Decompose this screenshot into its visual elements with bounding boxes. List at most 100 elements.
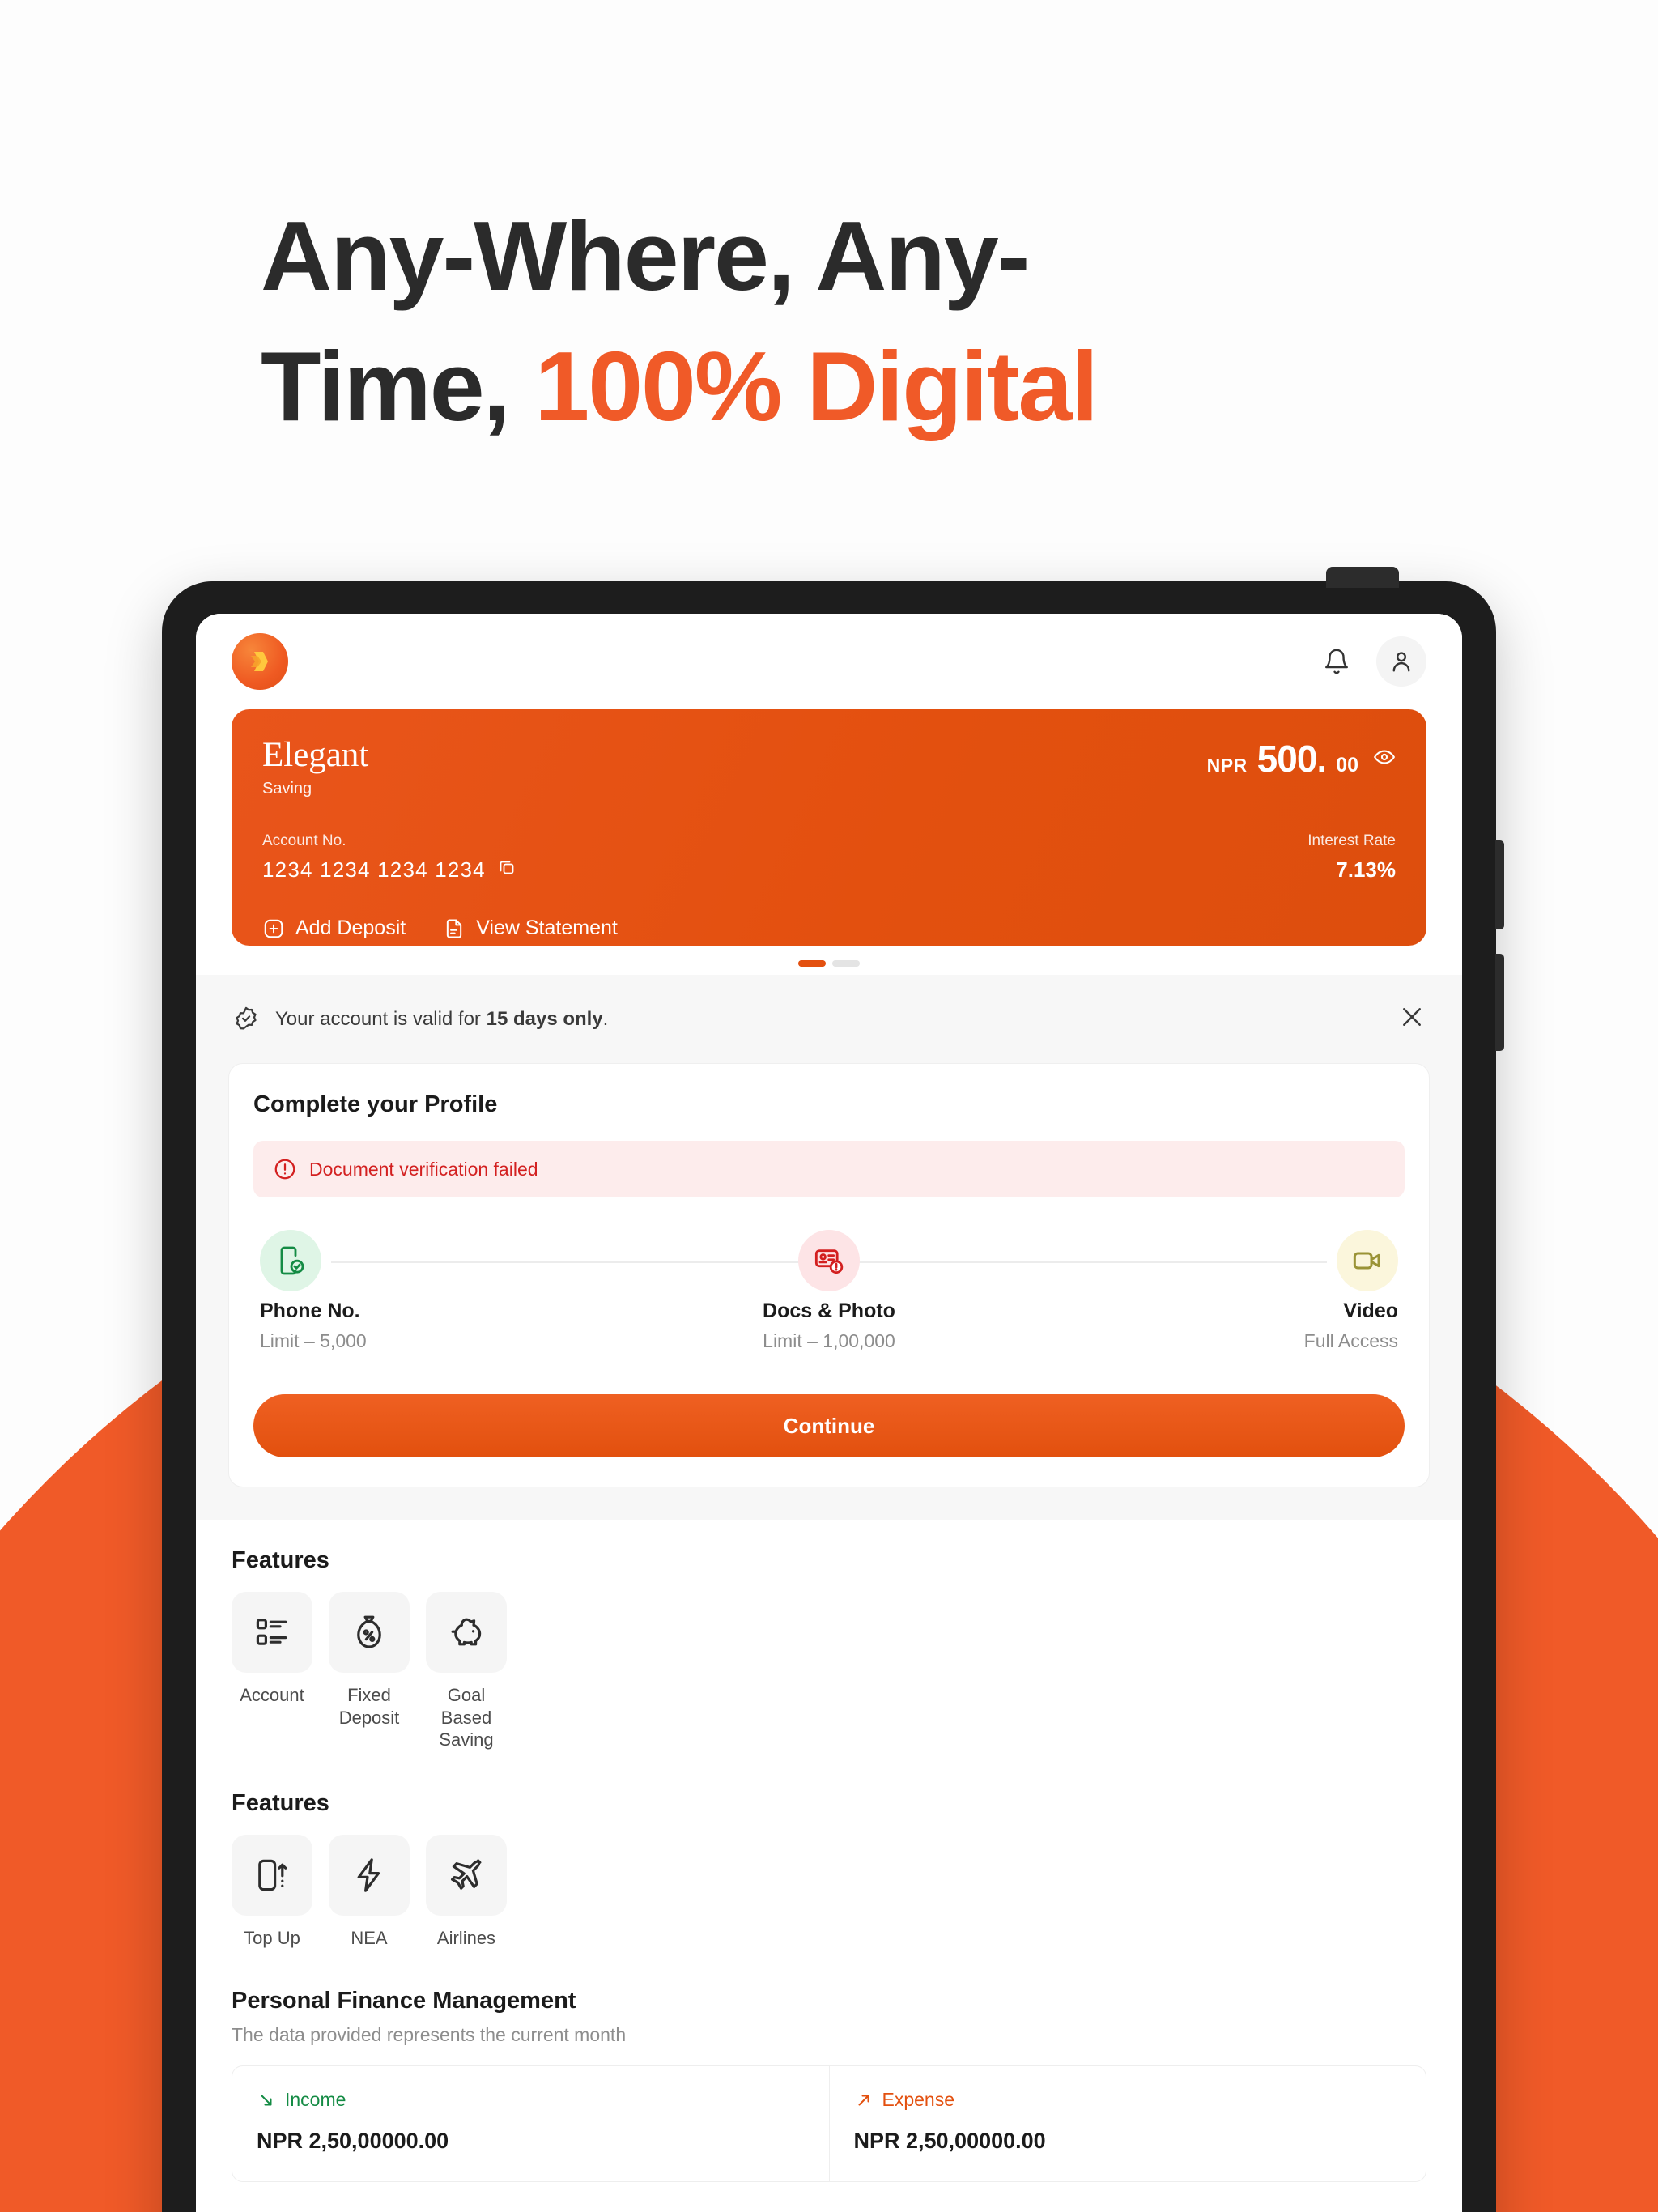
account-type: Saving [262, 780, 312, 798]
feature-top-up[interactable]: Top Up [232, 1834, 312, 1950]
copy-account-number-button[interactable] [497, 857, 517, 883]
video-camera-icon [1353, 1252, 1380, 1270]
lightning-bolt-icon [357, 1857, 380, 1892]
headline-line-2: Time, 100% Digital [261, 321, 1475, 452]
feature-fixed-deposit[interactable]: Fixed Deposit [329, 1592, 410, 1751]
pfm-section: Personal Finance Management The data pro… [196, 1949, 1462, 2182]
list-account-icon [256, 1619, 287, 1645]
account-name: Elegant [262, 736, 369, 774]
feature-nea-label: NEA [351, 1927, 388, 1948]
view-statement-label: View Statement [476, 917, 618, 940]
interest-rate-value: 7.13% [1336, 857, 1396, 883]
pfm-title: Personal Finance Management [232, 1988, 576, 2014]
close-icon [1403, 1008, 1421, 1026]
step-docs-bubble [798, 1230, 860, 1291]
feature-top-up-box [232, 1834, 312, 1916]
account-card-actions: Add Deposit View Statement [262, 917, 1396, 940]
open-account-section: Open an account Remit saver [196, 2182, 1462, 2212]
money-bag-percent-icon [357, 1615, 381, 1648]
feature-nea[interactable]: NEA [329, 1834, 410, 1950]
kyc-progress-steps: Phone No. Limit – 5,000 Docs & Photo Lim… [253, 1230, 1405, 1352]
id-card-alert-icon [814, 1249, 844, 1274]
eye-icon [1374, 749, 1395, 764]
step-phone-label: Phone No. [260, 1300, 360, 1322]
continue-button[interactable]: Continue [253, 1394, 1405, 1457]
pfm-summary-box: Income NPR 2,50,00000.00 Expense NPR 2,5… [232, 2065, 1426, 2182]
feature-goal-based-saving[interactable]: Goal Based Saving [426, 1592, 507, 1751]
profile-completion-zone: Complete your Profile Document verificat… [196, 1063, 1462, 1520]
step-video-access: Full Access [1303, 1330, 1398, 1351]
features-secondary-title: Features [232, 1789, 329, 1816]
features-primary-section: Features Account Fixed Deposit Goal Base… [196, 1520, 1462, 1751]
account-card-middle: Account No. 1234 1234 1234 1234 Interest… [262, 832, 1396, 883]
arrow-down-right-icon [261, 2095, 272, 2105]
copy-icon [500, 861, 514, 874]
toggle-balance-visibility-button[interactable] [1373, 746, 1396, 772]
add-deposit-label: Add Deposit [295, 917, 406, 940]
account-number-row: 1234 1234 1234 1234 [262, 857, 517, 883]
feature-account[interactable]: Account [232, 1592, 312, 1751]
account-balance: NPR 500. 00 [1207, 737, 1396, 781]
step-phone-number[interactable]: Phone No. Limit – 5,000 [260, 1230, 422, 1352]
pfm-expense-cell[interactable]: Expense NPR 2,50,00000.00 [828, 2066, 1426, 2181]
carousel-dot-active[interactable] [798, 960, 826, 967]
dismiss-notice-button[interactable] [1397, 1002, 1426, 1036]
interest-rate-block: Interest Rate 7.13% [1307, 832, 1396, 883]
notice-text-strong: 15 days only [486, 1007, 603, 1030]
verified-badge-icon [236, 1006, 257, 1029]
notice-content: Your account is valid for 15 days only. [232, 1005, 608, 1034]
features-primary-title: Features [232, 1547, 329, 1573]
pfm-income-cell[interactable]: Income NPR 2,50,00000.00 [232, 2066, 829, 2181]
balance-minor: 00 [1336, 754, 1358, 776]
step-video[interactable]: Video Full Access [1236, 1230, 1398, 1352]
profile-avatar-button[interactable] [1376, 636, 1426, 687]
piggy-bank-icon [451, 1618, 482, 1646]
card-carousel-indicator[interactable] [232, 946, 1426, 975]
pfm-income-head: Income [257, 2089, 805, 2111]
view-statement-button[interactable]: View Statement [443, 917, 618, 940]
balance-currency: NPR [1206, 755, 1248, 776]
feature-account-box [232, 1592, 312, 1673]
feature-airlines[interactable]: Airlines [426, 1834, 507, 1950]
volume-up-button[interactable] [1495, 840, 1504, 929]
brand-logo[interactable] [232, 633, 288, 690]
pfm-subtitle: The data provided represents the current… [232, 2024, 627, 2045]
feature-fixed-deposit-box [329, 1592, 410, 1673]
step-phone-bubble [260, 1230, 321, 1291]
account-validity-notice: Your account is valid for 15 days only. [196, 975, 1462, 1063]
step-video-bubble [1337, 1230, 1398, 1291]
balance-major: 500. [1256, 738, 1328, 780]
screenshot-stage: Any-Where, Any- Time, 100% Digital Elega… [0, 0, 1658, 2212]
notice-text-suffix: . [602, 1007, 609, 1030]
add-deposit-button[interactable]: Add Deposit [262, 917, 406, 940]
features-primary-tiles: Account Fixed Deposit Goal Based Saving [232, 1592, 1426, 1751]
account-identity: Elegant Saving [262, 737, 368, 798]
feature-airlines-label: Airlines [436, 1927, 496, 1948]
step-docs-photo[interactable]: Docs & Photo Limit – 1,00,000 [748, 1230, 910, 1352]
step-video-label: Video [1343, 1300, 1398, 1322]
features-secondary-section: Features Top Up NEA Airlines [196, 1751, 1462, 1950]
interest-rate-label: Interest Rate [1307, 832, 1396, 850]
document-icon [447, 919, 462, 938]
marketing-headline: Any-Where, Any- Time, 100% Digital [261, 191, 1475, 452]
pfm-expense-value: NPR 2,50,00000.00 [853, 2129, 1046, 2153]
brand-logo-glyph [251, 652, 268, 671]
tablet-device-frame: Elegant Saving NPR 500. 00 Account No. 1… [162, 567, 1504, 2212]
volume-down-button[interactable] [1495, 954, 1504, 1051]
notification-bell-button[interactable] [1312, 636, 1362, 687]
step-docs-label: Docs & Photo [763, 1300, 895, 1322]
notice-text-prefix: Your account is valid for [275, 1007, 487, 1030]
account-number-value: 1234 1234 1234 1234 [262, 857, 486, 883]
carousel-dot[interactable] [832, 960, 860, 967]
feature-top-up-label: Top Up [244, 1927, 300, 1948]
feature-nea-box [329, 1834, 410, 1916]
complete-profile-card: Complete your Profile Document verificat… [228, 1063, 1430, 1487]
pfm-expense-label: Expense [882, 2089, 955, 2110]
headline-line-2-plain: Time, [261, 331, 535, 442]
features-secondary-tiles: Top Up NEA Airlines [232, 1834, 1426, 1950]
account-card[interactable]: Elegant Saving NPR 500. 00 Account No. 1… [232, 709, 1426, 946]
